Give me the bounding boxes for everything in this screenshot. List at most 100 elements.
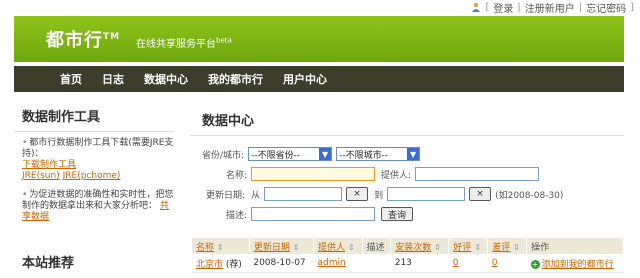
city-select-value: --不限城市--: [339, 150, 389, 161]
table-header-row: 名称 ⇕ 更新日期 ⇕ 提供人 ⇕ 描述 安装次数 ⇕ 好评 ⇕ 差评 ⇕ 操作: [192, 238, 624, 254]
top-account-bar: [ 登录 | 注册新用户 | 忘记密码 ]: [471, 0, 634, 15]
chevron-down-icon: ▼: [407, 148, 420, 160]
column-header-provider[interactable]: 提供人 ⇕: [313, 238, 363, 254]
cell-provider: admin: [313, 254, 362, 273]
login-link[interactable]: 登录: [493, 0, 513, 15]
download-tool-link[interactable]: 下载制作工具: [22, 160, 76, 170]
desc-row: 描述: 查询: [226, 206, 414, 222]
table-row: 北京市 (荐) 2008-10-07 admin 213 0 0 + 添加到我的都…: [192, 254, 624, 273]
date-label: 更新日期:: [206, 190, 246, 201]
separator: |: [578, 1, 583, 13]
sort-name-link[interactable]: 名称: [196, 243, 214, 253]
sort-installs-link[interactable]: 安装次数: [395, 243, 431, 253]
column-header-action: 操作: [526, 238, 624, 254]
province-row: 省份/城市: --不限省份-- ▼ --不限城市-- ▼: [202, 146, 421, 162]
name-label: 名称:: [226, 170, 248, 181]
bullet-icon: •: [22, 138, 28, 148]
city-name-link[interactable]: 北京市: [196, 260, 223, 270]
separator: ]: [630, 1, 634, 13]
cell-bad: 0: [487, 254, 527, 273]
name-input[interactable]: [251, 167, 376, 181]
nav-data-center[interactable]: 数据中心: [134, 71, 198, 87]
main-content: 数据中心 省份/城市: --不限省份-- ▼ --不限城市-- ▼ 名称: 提供人:…: [190, 100, 624, 273]
sidebar: 数据制作工具 • 都市行数据制作工具下载(需要JRE支持)： 下载制作工具 JRE…: [14, 100, 174, 271]
date-from-label: 从: [251, 190, 261, 201]
sort-icon: ⇕: [513, 242, 520, 252]
search-button[interactable]: 查询: [381, 207, 414, 221]
register-link[interactable]: 注册新用户: [525, 0, 575, 15]
nav-home[interactable]: 首页: [50, 71, 92, 87]
page-title: 数据中心: [190, 100, 624, 136]
user-icon: [472, 2, 481, 12]
city-select[interactable]: --不限城市-- ▼: [336, 147, 421, 161]
column-header-bad[interactable]: 差评 ⇕: [487, 238, 528, 254]
date-format-hint: (如2008-08-30): [495, 190, 564, 201]
jre-pchome-link[interactable]: JRE(pchome): [63, 171, 121, 181]
bullet-icon: •: [22, 190, 28, 200]
provider-label: 提供人:: [381, 170, 412, 181]
sort-bad-link[interactable]: 差评: [492, 243, 510, 253]
provider-input[interactable]: [415, 167, 540, 181]
cell-installs: 213: [390, 254, 449, 273]
cell-action: + 添加到我的都市行: [526, 254, 624, 273]
sidebar-title-recommend: 本站推荐: [22, 256, 75, 271]
column-header-good[interactable]: 好评 ⇕: [448, 238, 489, 254]
sidebar-title: 数据制作工具: [14, 100, 174, 132]
sort-provider-link[interactable]: 提供人: [318, 243, 345, 253]
cell-name: 北京市 (荐): [192, 254, 250, 273]
province-select[interactable]: --不限省份-- ▼: [248, 147, 333, 161]
date-to-label: 到: [374, 190, 384, 201]
sort-good-link[interactable]: 好评: [453, 243, 471, 253]
cell-desc: [362, 254, 391, 273]
clear-from-button[interactable]: ×: [346, 187, 369, 201]
list-item: • 都市行数据制作工具下载(需要JRE支持)： 下载制作工具 JRE(sun) J…: [22, 138, 174, 182]
site-banner: 都市行TM 在线共享服务平台beta: [14, 16, 624, 62]
list-item: • 为促进数据的准确性和实时性，把您制作的数据拿出来和大家分析吧： 共享数据: [22, 190, 174, 223]
desc-input[interactable]: [251, 207, 376, 221]
sort-icon: ⇕: [292, 242, 300, 252]
chevron-down-icon: ▼: [319, 148, 332, 160]
data-table: 名称 ⇕ 更新日期 ⇕ 提供人 ⇕ 描述 安装次数 ⇕ 好评 ⇕ 差评 ⇕ 操作…: [192, 238, 624, 273]
nav-my-city[interactable]: 我的都市行: [198, 71, 273, 87]
sidebar-text: 为促进数据的准确性和实时性，把您制作的数据拿出来和大家分析吧：: [22, 190, 174, 211]
cell-good: 0: [448, 254, 488, 273]
brand-tm: TM: [103, 32, 121, 42]
jre-sun-link[interactable]: JRE(sun): [22, 171, 60, 181]
name-row: 名称: 提供人:: [226, 166, 540, 182]
sort-icon: ⇕: [474, 242, 481, 252]
site-logo[interactable]: 都市行TM: [46, 26, 120, 52]
nav-blog[interactable]: 日志: [92, 71, 134, 87]
brand-name: 都市行: [46, 30, 103, 51]
good-count-link[interactable]: 0: [453, 258, 459, 268]
date-to-input[interactable]: [387, 187, 466, 201]
date-row: 更新日期: 从 × 到 × (如2008-08-30): [206, 186, 563, 202]
separator: |: [517, 1, 521, 13]
sort-date-link[interactable]: 更新日期: [254, 243, 290, 253]
tagline-beta: beta: [216, 36, 232, 45]
main-nav: 首页 日志 数据中心 我的都市行 用户中心: [14, 66, 624, 92]
column-header-name[interactable]: 名称 ⇕: [192, 238, 250, 254]
tagline-text: 在线共享服务平台: [136, 39, 216, 50]
nav-user-center[interactable]: 用户中心: [273, 71, 337, 87]
add-to-my-city-link[interactable]: 添加到我的都市行: [542, 260, 614, 270]
column-header-installs[interactable]: 安装次数 ⇕: [390, 238, 450, 254]
desc-label: 描述:: [226, 210, 248, 221]
province-select-value: --不限省份--: [251, 150, 301, 161]
bad-count-link[interactable]: 0: [492, 258, 498, 268]
recommend-tag: (荐): [225, 259, 242, 270]
site-tagline: 在线共享服务平台beta: [136, 35, 232, 50]
sidebar-text: 都市行数据制作工具下载(需要JRE支持)：: [22, 138, 174, 159]
forgot-password-link[interactable]: 忘记密码: [586, 0, 626, 15]
sort-icon: ⇕: [347, 242, 355, 252]
provider-link[interactable]: admin: [318, 258, 346, 268]
column-header-date[interactable]: 更新日期 ⇕: [249, 238, 315, 254]
separator: [: [485, 1, 490, 13]
sort-icon: ⇕: [216, 242, 224, 252]
sort-icon: ⇕: [434, 242, 441, 252]
province-label: 省份/城市:: [202, 150, 245, 161]
clear-to-button[interactable]: ×: [469, 187, 492, 201]
sidebar-list: • 都市行数据制作工具下载(需要JRE支持)： 下载制作工具 JRE(sun) J…: [14, 138, 174, 223]
date-from-input[interactable]: [264, 187, 343, 201]
cell-date: 2008-10-07: [249, 254, 314, 273]
add-icon: +: [530, 259, 540, 269]
